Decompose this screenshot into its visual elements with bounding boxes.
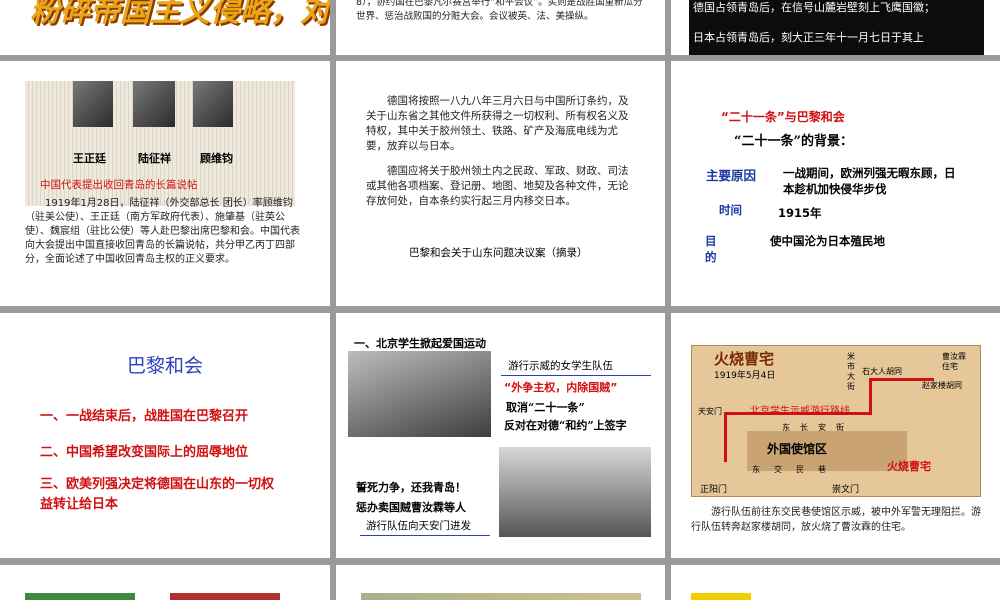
place-dongjiaomin: 东交民巷 <box>752 465 840 474</box>
source-caption: 巴黎和会关于山东问题决议案（摘录） <box>409 247 588 259</box>
place-mishi-street: 米市大街 <box>847 352 855 391</box>
map-caption: 游行队伍前往东交民巷使馆区示威，被中外军警无理阻拦。游行队伍转奔赵家楼胡同，放火… <box>691 507 981 533</box>
slide-title: 巴黎和会 <box>126 355 203 377</box>
route-line-horizontal <box>724 412 869 415</box>
slide-thumbnail-6[interactable]: “二十一条”与巴黎和会 “二十一条”的背景： 主要原因 一战期间，欧洲列强无暇东… <box>671 61 1000 306</box>
slogan-5: 惩办卖国贼曹汝霖等人 <box>356 501 466 514</box>
body-text: 1919年1月28日，陆征祥（外交部总长 团长）率顾维钧（驻美公使）、王正廷（南… <box>25 198 300 265</box>
point-2: 二、中国希望改变国际上的屈辱地位 <box>40 445 249 460</box>
time-text: 1915年 <box>778 206 822 220</box>
slide-thumbnail-12[interactable] <box>671 565 1000 600</box>
place-legation-quarter: 外国使馆区 <box>767 442 828 456</box>
slide-thumbnail-3[interactable]: 德国占领青岛后，在信号山麓岩壁刻上飞鹰国徽； 日本占领青岛后，刻大正三年十一月七… <box>671 0 1000 55</box>
document-image <box>691 593 751 600</box>
slide-thumbnail-2[interactable]: 8），协约国在巴黎凡尔赛宫举行“和平会议”。实则是战胜国重新瓜分世界、惩治战败国… <box>336 0 665 55</box>
caption-line-2: 日本占领青岛后，刻大正三年十一月七日于其上 <box>693 31 924 44</box>
point-1: 一、一战结束后，战胜国在巴黎召开 <box>40 409 249 424</box>
name-wang: 王正廷 <box>73 152 106 165</box>
banner-title: 粉碎帝国主义侵略，对外争权 <box>30 0 330 29</box>
section-heading: 一、北京学生掀起爱国运动 <box>354 337 486 350</box>
purpose-label: 目的 <box>705 234 741 264</box>
slide-thumbnail-11[interactable] <box>336 565 665 600</box>
reason-text: 一战期间，欧洲列强无暇东顾，日本趁机加快侵华步伐 <box>783 166 956 196</box>
historical-map: 火烧曹宅 1919年5月4日 北京学生示威游行路线 曹汝霖住宅 石大人胡同 赵家… <box>691 345 981 497</box>
slide-thumbnail-10[interactable] <box>0 565 330 600</box>
slide-thumbnail-7[interactable]: 巴黎和会 一、一战结束后，战胜国在巴黎召开 二、中国希望改变国际上的屈辱地位 三… <box>0 313 330 558</box>
place-zhengyangmen: 正阳门 <box>700 485 728 495</box>
place-east-changan: 东长安街 <box>782 423 854 432</box>
arrow-left-icon <box>501 375 651 376</box>
portrait-gu <box>193 81 233 127</box>
place-zhaojialou: 赵家楼胡同 <box>922 381 962 390</box>
photo-label-1: 游行示威的女学生队伍 <box>508 360 613 372</box>
portrait-wang <box>73 81 113 127</box>
paragraph-1: 德国将按照一八九八年三月六日与中国所订条约，及关于山东省之其他文件所获得之一切权… <box>366 95 629 152</box>
place-chongwenmen: 崇文门 <box>832 485 860 495</box>
route-line-north <box>869 378 872 415</box>
purpose-text: 使中国沦为日本殖民地 <box>770 234 885 248</box>
name-gu: 顾维钧 <box>200 152 233 165</box>
name-lu: 陆征祥 <box>138 152 171 165</box>
slide-thumbnail-4[interactable]: 王正廷 陆征祥 顾维钧 中国代表提出收回青岛的长篇说帖 1919年1月28日，陆… <box>0 61 330 306</box>
place-cao-residence: 曹汝霖住宅 <box>942 352 966 371</box>
reason-label: 主要原因 <box>706 168 757 183</box>
stamp-image-2 <box>170 593 280 600</box>
photo-label-2: 游行队伍向天安门进发 <box>366 520 471 532</box>
dark-photo: 德国占领青岛后，在信号山麓岩壁刻上飞鹰国徽； 日本占领青岛后，刻大正三年十一月七… <box>689 0 984 55</box>
paragraph-2: 德国应将关于胶州领土内之民政、军政、财政、司法或其他各项档案、登记册、地图、地契… <box>366 165 629 207</box>
place-burning-label: 火烧曹宅 <box>887 460 931 473</box>
photo-march-to-tiananmen <box>499 447 651 537</box>
slide-subtitle: “二十一条”的背景： <box>734 134 853 149</box>
point-3: 三、欧美列强决定将德国在山东的一切权益转让给日本 <box>40 477 275 512</box>
time-label: 时间 <box>719 203 742 217</box>
caption-line-1: 德国占领青岛后，在信号山麓岩壁刻上飞鹰国徽； <box>693 1 935 14</box>
slide-title: “二十一条”与巴黎和会 <box>721 110 845 124</box>
slide-text: 8），协约国在巴黎凡尔赛宫举行“和平会议”。实则是战胜国重新瓜分世界、惩治战败国… <box>356 0 643 22</box>
slide-thumbnail-1[interactable]: 粉碎帝国主义侵略，对外争权 <box>0 0 330 55</box>
portrait-lu <box>133 81 175 127</box>
slide-thumbnail-9[interactable]: 火烧曹宅 1919年5月4日 北京学生示威游行路线 曹汝霖住宅 石大人胡同 赵家… <box>671 313 1000 558</box>
slide-thumbnail-5[interactable]: 德国将按照一八九八年三月六日与中国所订条约，及关于山东省之其他文件所获得之一切权… <box>336 61 665 306</box>
route-line-vertical <box>724 412 727 462</box>
caption: 中国代表提出收回青岛的长篇说帖 <box>40 179 198 191</box>
slide-thumbnail-8[interactable]: 一、北京学生掀起爱国运动 游行示威的女学生队伍 “外争主权，内除国贼” 取消“二… <box>336 313 665 558</box>
stamp-image <box>25 593 135 600</box>
slogan-1: “外争主权，内除国贼” <box>504 381 618 394</box>
map-date: 1919年5月4日 <box>714 371 776 381</box>
place-shidaren: 石大人胡同 <box>862 367 902 376</box>
map-title: 火烧曹宅 <box>714 350 775 368</box>
painting-image <box>361 593 641 600</box>
slogan-3: 反对在对德“和约”上签字 <box>504 419 627 432</box>
slogan-4: 誓死力争，还我青岛！ <box>356 481 466 494</box>
place-tiananmen: 天安门 <box>698 407 722 416</box>
arrow-right-icon <box>360 535 490 536</box>
slogan-2: 取消“二十一条” <box>506 401 585 414</box>
photo-female-students <box>348 351 491 437</box>
